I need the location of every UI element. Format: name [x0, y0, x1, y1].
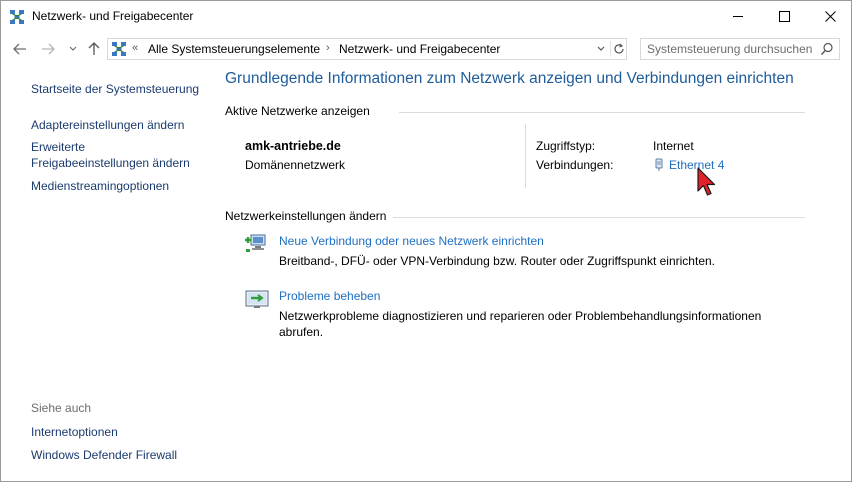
maximize-button[interactable] [761, 1, 807, 32]
mouse-cursor-icon [697, 167, 716, 196]
breadcrumb-separator[interactable]: › [326, 42, 330, 54]
address-dropdown-button[interactable] [594, 41, 608, 57]
close-button[interactable] [807, 1, 852, 32]
maximize-icon [778, 11, 790, 22]
forward-button[interactable] [39, 40, 57, 58]
close-icon [824, 11, 836, 22]
task-troubleshoot-description: Netzwerkprobleme diagnostizieren und rep… [279, 309, 762, 339]
chevron-down-icon [597, 46, 605, 51]
network-center-icon [10, 10, 24, 24]
sidebar-item-media-streaming[interactable]: Medienstreamingoptionen [31, 177, 169, 195]
search-input[interactable] [647, 42, 817, 56]
active-networks-heading: Aktive Netzwerke anzeigen [225, 104, 370, 118]
sidebar-item-adapter-settings[interactable]: Adaptereinstellungen ändern [31, 116, 184, 134]
vertical-divider [525, 124, 526, 188]
back-button[interactable] [11, 40, 29, 58]
arrow-left-icon [13, 43, 26, 55]
see-also-heading: Siehe auch [31, 401, 92, 415]
page-title: Grundlegende Informationen zum Netzwerk … [225, 70, 794, 87]
main-content: Grundlegende Informationen zum Netzwerk … [225, 66, 825, 481]
arrow-right-icon [42, 43, 55, 55]
sidebar: Startseite der Systemsteuerung Adapterei… [1, 66, 216, 481]
refresh-button[interactable] [610, 41, 626, 57]
ethernet-icon [655, 158, 663, 171]
minimize-icon [732, 16, 743, 17]
breadcrumb-item-network-center[interactable]: Netzwerk- und Freigabecenter [339, 42, 500, 56]
sidebar-item-advanced-sharing-line2[interactable]: Freigabeeinstellungen ändern [31, 154, 190, 172]
minimize-button[interactable] [715, 1, 761, 32]
section-divider [393, 217, 805, 218]
address-bar[interactable]: « Alle Systemsteuerungselemente › Netzwe… [107, 38, 627, 60]
search-icon[interactable] [820, 42, 834, 56]
task-new-connection-link[interactable]: Neue Verbindung oder neues Netzwerk einr… [279, 234, 544, 248]
troubleshoot-icon [245, 290, 269, 308]
section-divider [399, 112, 805, 113]
network-center-icon [112, 42, 126, 56]
sidebar-item-control-panel-home[interactable]: Startseite der Systemsteuerung [31, 80, 199, 98]
up-button[interactable] [85, 40, 103, 58]
window-title: Netzwerk- und Freigabecenter [32, 9, 194, 23]
task-new-connection-description: Breitband-, DFÜ- oder VPN-Verbindung bzw… [279, 254, 715, 268]
network-name: amk-antriebe.de [245, 139, 341, 153]
recent-locations-button[interactable] [64, 40, 82, 58]
chevron-down-icon [69, 46, 77, 51]
breadcrumb-item-all-control-panel[interactable]: Alle Systemsteuerungselemente [148, 42, 320, 56]
connections-label: Verbindungen: [536, 158, 614, 172]
arrow-up-icon [88, 42, 100, 55]
title-bar: Netzwerk- und Freigabecenter [1, 1, 851, 32]
change-settings-heading: Netzwerkeinstellungen ändern [225, 209, 387, 223]
access-type-value: Internet [653, 139, 694, 153]
navigation-bar: « Alle Systemsteuerungselemente › Netzwe… [1, 32, 851, 66]
task-troubleshoot-link[interactable]: Probleme beheben [279, 289, 380, 303]
network-setup-icon [245, 234, 266, 252]
see-also-internet-options[interactable]: Internetoptionen [31, 423, 118, 441]
see-also-firewall[interactable]: Windows Defender Firewall [31, 446, 177, 464]
access-type-label: Zugriffstyp: [536, 139, 596, 153]
refresh-icon [613, 43, 624, 54]
network-category: Domänennetzwerk [245, 158, 346, 172]
breadcrumb-overflow[interactable]: « [132, 42, 138, 54]
window: Netzwerk- und Freigabecenter « Alle Syst… [0, 0, 852, 482]
search-box[interactable] [640, 38, 840, 60]
